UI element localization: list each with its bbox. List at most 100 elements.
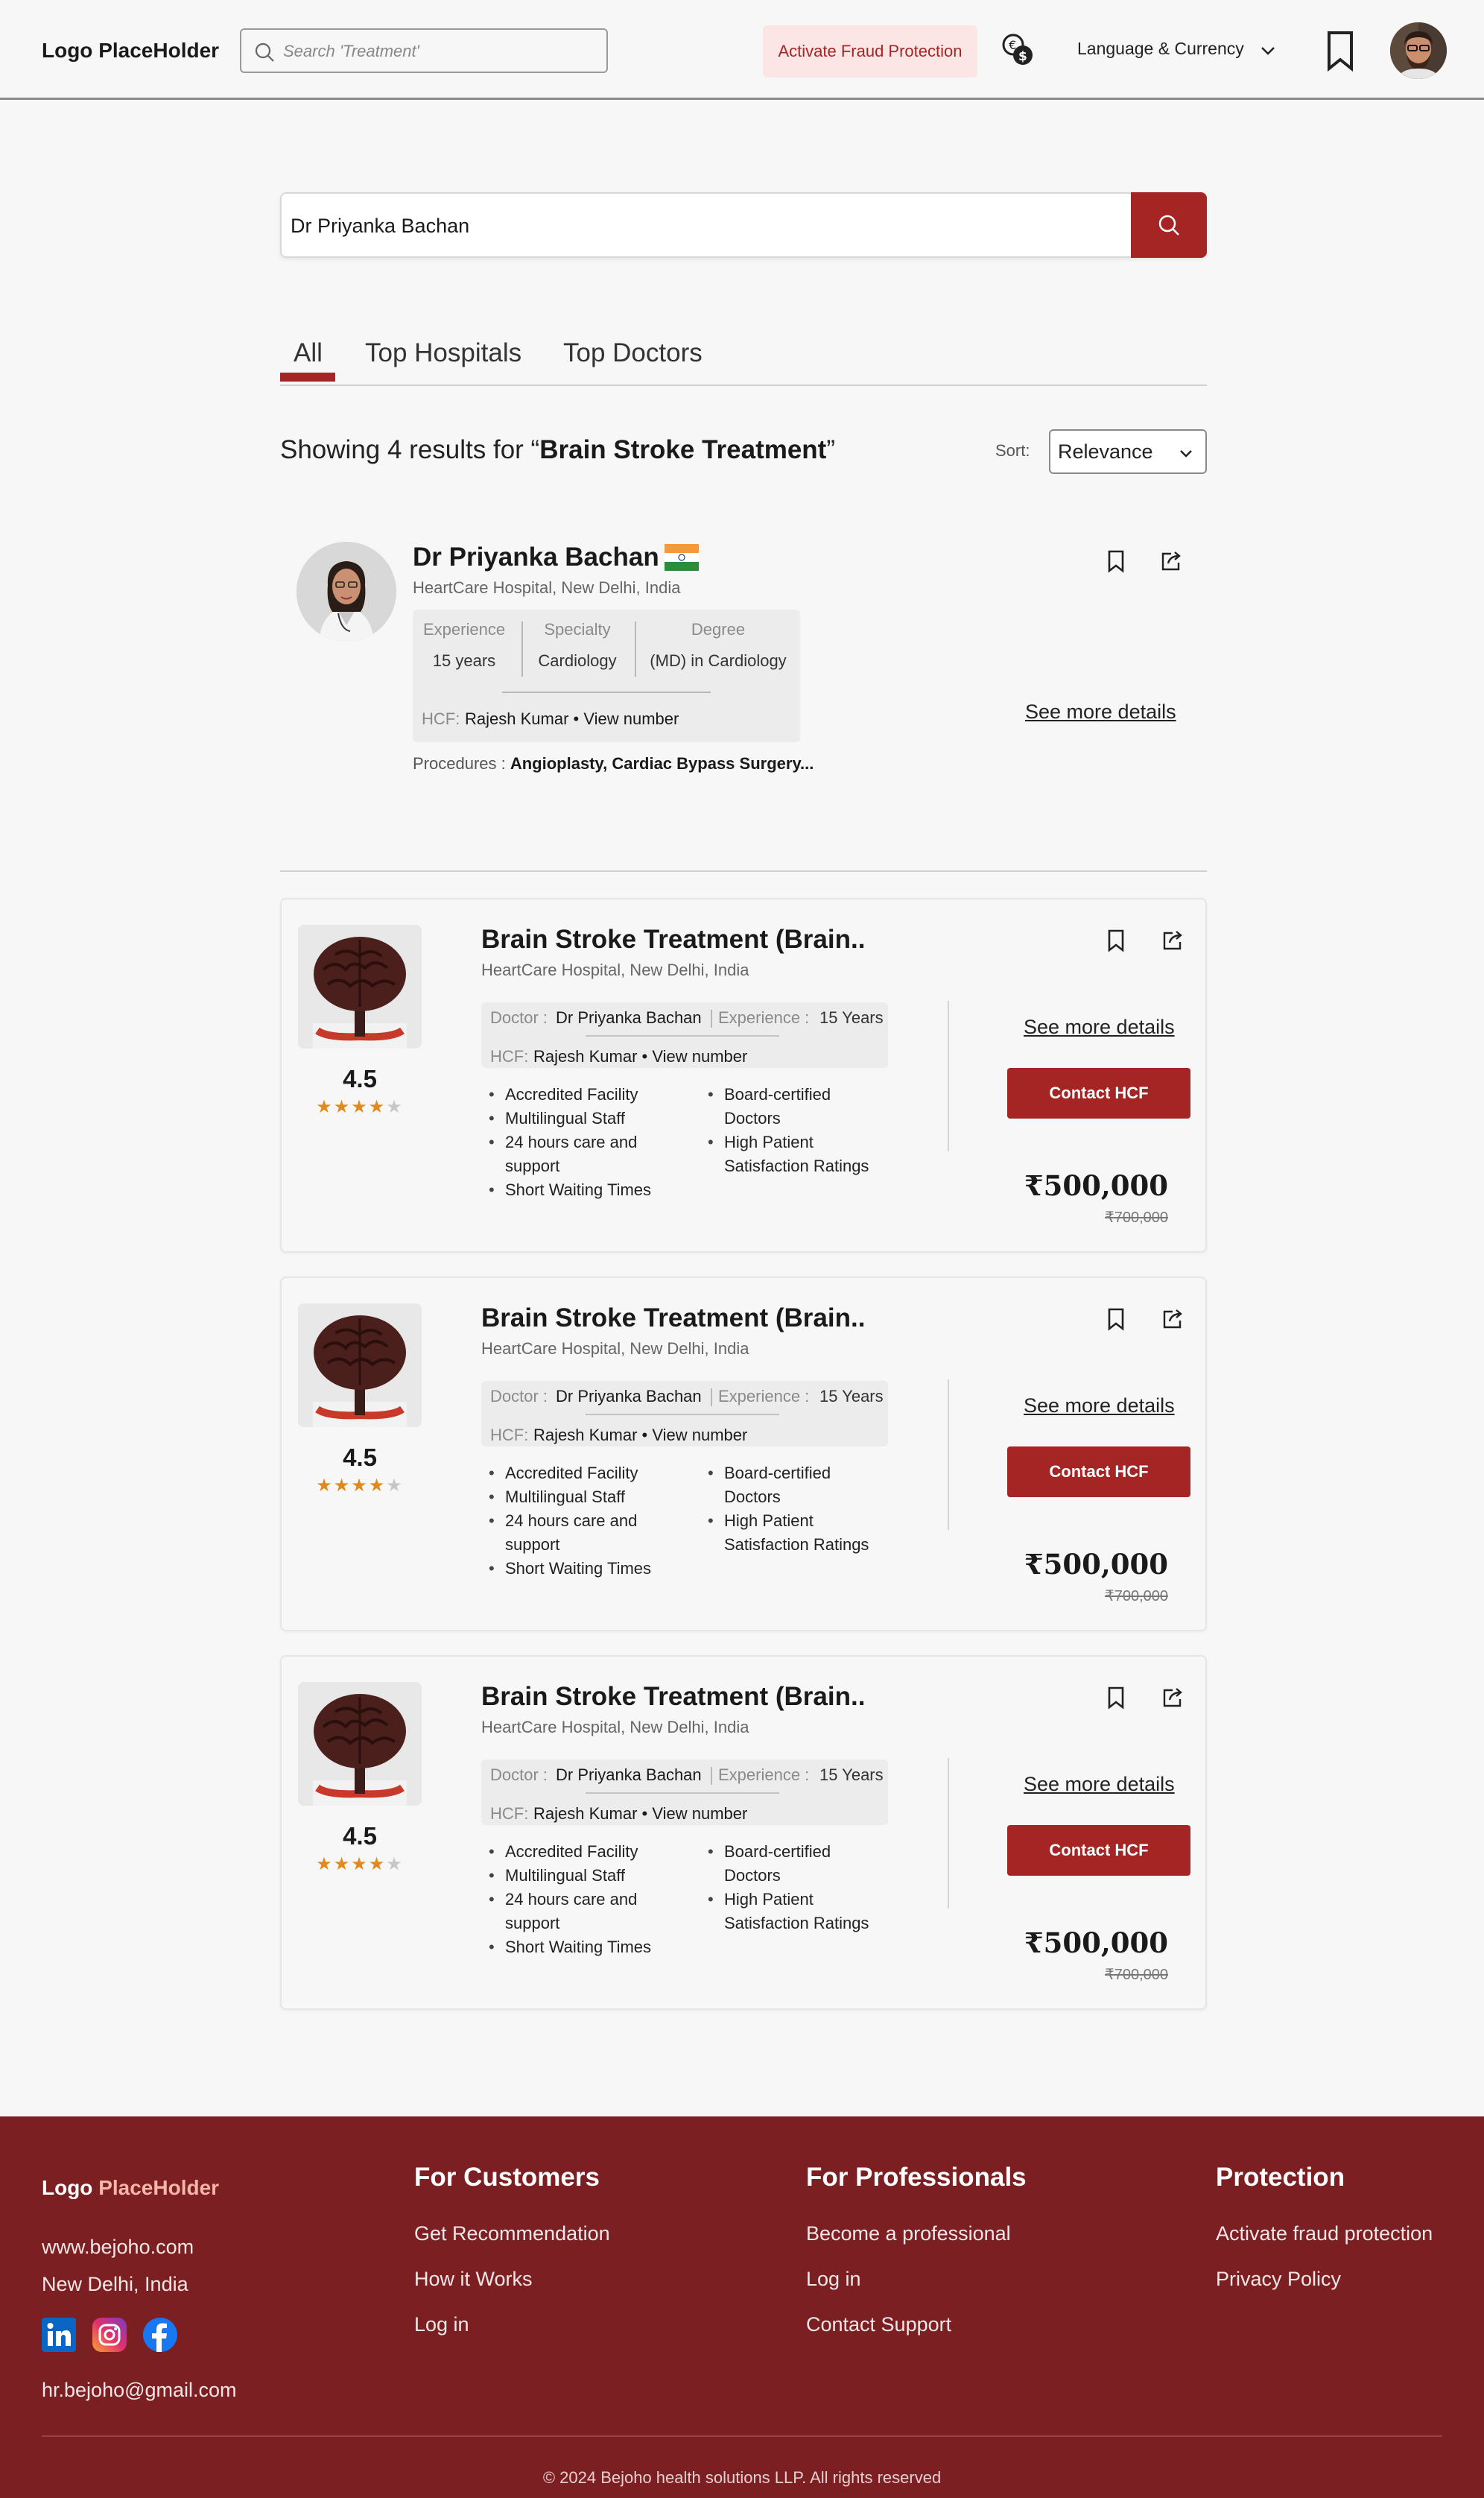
bookmark-icon[interactable] xyxy=(1323,30,1357,72)
feature-list: Board-certified Doctors High Patient Sat… xyxy=(700,1840,887,1935)
treatment-info-box: Doctor : Dr Priyanka Bachan Experience :… xyxy=(481,1759,888,1825)
header-search[interactable] xyxy=(240,28,608,73)
treatment-title[interactable]: Brain Stroke Treatment (Brain.. xyxy=(481,925,865,955)
tab-all[interactable]: All xyxy=(294,338,323,368)
degree-label: Degree xyxy=(691,620,746,639)
doctor-photo xyxy=(297,542,396,642)
footer-link-contact-support[interactable]: Contact Support xyxy=(806,2313,951,2336)
search-icon xyxy=(1158,215,1179,235)
instagram-icon[interactable] xyxy=(92,2318,127,2352)
treatment-image xyxy=(298,1682,422,1806)
footer-link-become-professional[interactable]: Become a professional xyxy=(806,2222,1011,2245)
procedures-label: Procedures : xyxy=(413,754,510,773)
results-suffix: ” xyxy=(826,435,835,464)
feature-item: Board-certified Doctors xyxy=(700,1083,849,1131)
feature-item: High Patient Satisfaction Ratings xyxy=(700,1131,879,1178)
contact-hcf-button[interactable]: Contact HCF xyxy=(1007,1068,1190,1119)
tab-top-doctors[interactable]: Top Doctors xyxy=(563,338,703,368)
info-divider xyxy=(586,1035,779,1037)
main-search-bar[interactable] xyxy=(280,192,1207,258)
share-icon[interactable] xyxy=(1158,1682,1187,1712)
feature-item: High Patient Satisfaction Ratings xyxy=(700,1888,879,1935)
results-summary: Showing 4 results for “Brain Stroke Trea… xyxy=(280,435,835,465)
see-more-details-link[interactable]: See more details xyxy=(1025,701,1176,724)
see-more-details-link[interactable]: See more details xyxy=(1024,1773,1175,1796)
doctor-value[interactable]: Dr Priyanka Bachan xyxy=(556,1008,702,1028)
star-icon: ★★★★ xyxy=(316,1097,387,1117)
linkedin-icon[interactable] xyxy=(42,2318,76,2352)
feature-item: Accredited Facility xyxy=(481,1840,690,1864)
treatment-card: 4.5 ★★★★★ Brain Stroke Treatment (Brain.… xyxy=(280,1277,1207,1631)
chevron-down-icon xyxy=(1180,450,1192,458)
sort-value: Relevance xyxy=(1058,440,1153,463)
tab-top-hospitals[interactable]: Top Hospitals xyxy=(365,338,521,368)
footer-link-pro-login[interactable]: Log in xyxy=(806,2268,861,2291)
share-icon[interactable] xyxy=(1158,1303,1187,1333)
feature-item: Board-certified Doctors xyxy=(700,1840,849,1888)
doctor-value[interactable]: Dr Priyanka Bachan xyxy=(556,1765,702,1785)
treatment-card: 4.5 ★★★★★ Brain Stroke Treatment (Brain.… xyxy=(280,898,1207,1253)
treatment-hospital: HeartCare Hospital, New Delhi, India xyxy=(481,1718,749,1736)
share-icon[interactable] xyxy=(1156,546,1186,575)
footer-protection-title: Protection xyxy=(1216,2163,1345,2192)
footer-logo[interactable]: Logo PlaceHolder xyxy=(42,2176,219,2200)
see-more-details-link[interactable]: See more details xyxy=(1024,1016,1175,1039)
header-search-input[interactable] xyxy=(283,37,596,66)
old-price: ₹700,000 xyxy=(1104,1967,1168,1983)
chevron-down-icon[interactable] xyxy=(1258,40,1278,61)
feature-item: High Patient Satisfaction Ratings xyxy=(700,1509,879,1557)
feature-list: Accredited Facility Multilingual Staff 2… xyxy=(481,1840,690,1959)
hcf-contact[interactable]: Rajesh Kumar • View number xyxy=(533,1047,747,1066)
star-icon: ★ xyxy=(386,1476,404,1496)
hcf-contact[interactable]: Rajesh Kumar • View number xyxy=(533,1804,747,1824)
bookmark-icon[interactable] xyxy=(1101,1303,1131,1333)
footer-link-how-it-works[interactable]: How it Works xyxy=(414,2268,533,2291)
activate-fraud-protection-button[interactable]: Activate Fraud Protection xyxy=(763,25,977,78)
bookmark-icon[interactable] xyxy=(1101,546,1131,575)
main-search-input[interactable] xyxy=(291,209,1110,243)
card-divider xyxy=(948,1758,949,1909)
footer-link-fraud-protection[interactable]: Activate fraud protection xyxy=(1216,2222,1433,2245)
footer-link-get-recommendation[interactable]: Get Recommendation xyxy=(414,2222,610,2245)
hcf-label: HCF: xyxy=(490,1426,529,1444)
star-icon: ★★★★ xyxy=(316,1854,387,1874)
contact-hcf-button[interactable]: Contact HCF xyxy=(1007,1446,1190,1497)
main-search-button[interactable] xyxy=(1131,192,1207,258)
bookmark-icon[interactable] xyxy=(1101,925,1131,955)
feature-item: Accredited Facility xyxy=(481,1461,690,1485)
results-query: Brain Stroke Treatment xyxy=(539,435,827,464)
language-currency-selector[interactable]: Language & Currency xyxy=(1077,39,1244,59)
info-divider xyxy=(711,1767,712,1785)
sort-dropdown[interactable]: Relevance xyxy=(1049,429,1207,474)
currency-icon[interactable]: € $ xyxy=(997,30,1039,72)
experience-label: Experience : xyxy=(718,1387,810,1405)
site-logo[interactable]: Logo PlaceHolder xyxy=(42,39,219,63)
footer-link-privacy-policy[interactable]: Privacy Policy xyxy=(1216,2268,1341,2291)
treatment-title[interactable]: Brain Stroke Treatment (Brain.. xyxy=(481,1303,865,1333)
feature-list: Board-certified Doctors High Patient Sat… xyxy=(700,1461,887,1557)
doctor-hospital: HeartCare Hospital, New Delhi, India xyxy=(413,578,681,597)
footer-email[interactable]: hr.bejoho@gmail.com xyxy=(42,2379,237,2402)
bookmark-icon[interactable] xyxy=(1101,1682,1131,1712)
doctor-value[interactable]: Dr Priyanka Bachan xyxy=(556,1387,702,1406)
user-avatar[interactable] xyxy=(1390,22,1447,79)
info-divider xyxy=(586,1792,779,1794)
footer-website[interactable]: www.bejoho.com xyxy=(42,2236,194,2259)
contact-hcf-button[interactable]: Contact HCF xyxy=(1007,1825,1190,1876)
hcf-contact[interactable]: Rajesh Kumar • View number xyxy=(465,709,679,729)
doctor-info-box: Experience 15 years Specialty Cardiology… xyxy=(413,610,800,742)
hcf-contact[interactable]: Rajesh Kumar • View number xyxy=(533,1426,747,1445)
experience-value: 15 Years xyxy=(819,1008,884,1027)
share-icon[interactable] xyxy=(1158,925,1187,955)
feature-item: Short Waiting Times xyxy=(481,1557,690,1581)
top-header: Logo PlaceHolder Activate Fraud Protecti… xyxy=(0,0,1484,100)
price: ₹500,000 xyxy=(1024,1169,1168,1202)
footer-copyright: © 2024 Bejoho health solutions LLP. All … xyxy=(542,2468,942,2487)
treatment-title[interactable]: Brain Stroke Treatment (Brain.. xyxy=(481,1682,865,1712)
see-more-details-link[interactable]: See more details xyxy=(1024,1394,1175,1417)
specialty-label: Specialty xyxy=(544,620,611,639)
footer-link-login[interactable]: Log in xyxy=(414,2313,469,2336)
facebook-icon[interactable] xyxy=(143,2318,177,2352)
feature-item: 24 hours care and support xyxy=(481,1888,668,1935)
doctor-name[interactable]: Dr Priyanka Bachan xyxy=(413,543,659,572)
